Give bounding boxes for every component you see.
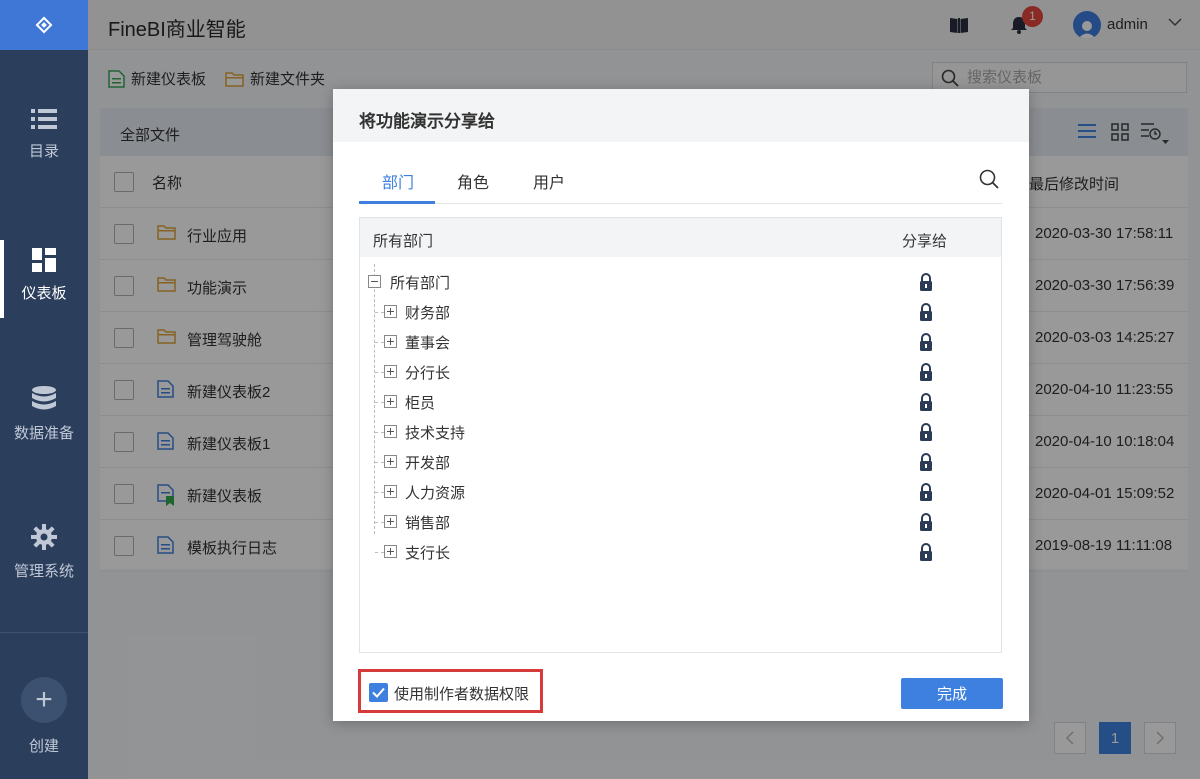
- active-tab-indicator: [359, 201, 435, 204]
- tree-node[interactable]: 开发部: [360, 449, 1001, 479]
- tree-header: 所有部门 分享给: [360, 218, 1001, 257]
- sidebar-item-label: 目录: [28, 143, 59, 160]
- tree-node[interactable]: 柜员: [360, 389, 1001, 419]
- lock-icon[interactable]: [919, 513, 933, 531]
- lock-icon[interactable]: [919, 453, 933, 471]
- tree-node[interactable]: 技术支持: [360, 419, 1001, 449]
- database-icon: [32, 386, 56, 410]
- lock-icon[interactable]: [919, 543, 933, 561]
- expand-toggle-icon[interactable]: [384, 395, 397, 408]
- sidebar-item-dashboard[interactable]: 仪表板: [0, 240, 88, 318]
- logo[interactable]: [0, 0, 88, 50]
- done-button[interactable]: 完成: [901, 678, 1003, 709]
- lock-icon[interactable]: [919, 303, 933, 321]
- list-icon: [31, 109, 57, 129]
- dialog-header: 将功能演示分享给: [333, 89, 1029, 142]
- expand-toggle-icon[interactable]: [384, 455, 397, 468]
- expand-toggle-icon[interactable]: [384, 545, 397, 558]
- lock-icon[interactable]: [919, 273, 933, 291]
- tree-node-label: 分行长: [405, 365, 451, 382]
- search-icon[interactable]: [979, 169, 999, 189]
- tree-branch-line: [375, 462, 384, 463]
- finebi-logo-icon: [35, 16, 53, 34]
- expand-toggle-icon[interactable]: [384, 515, 397, 528]
- department-tree: 所有部门 分享给 所有部门 财务部 董事会 分行长 柜员 技术支持 开发部 人力…: [359, 217, 1002, 653]
- tab-department[interactable]: 部门: [382, 169, 414, 193]
- tree-node-label: 所有部门: [390, 275, 451, 292]
- lock-icon[interactable]: [919, 393, 933, 411]
- tree-branch-line: [375, 312, 384, 313]
- dialog-title: 将功能演示分享给: [359, 112, 495, 131]
- tree-branch-line: [375, 552, 384, 553]
- expand-toggle-icon[interactable]: [384, 335, 397, 348]
- tree-node-label: 支行长: [405, 545, 451, 562]
- collapse-toggle-icon[interactable]: [368, 275, 381, 288]
- sidebar-item-label: 管理系统: [13, 563, 74, 580]
- expand-toggle-icon[interactable]: [384, 425, 397, 438]
- expand-toggle-icon[interactable]: [384, 305, 397, 318]
- lock-icon[interactable]: [919, 333, 933, 351]
- checkmark-icon: [372, 687, 385, 698]
- creator-permission-checkbox[interactable]: [369, 683, 388, 702]
- tree-node-label: 柜员: [405, 395, 436, 412]
- tree-node[interactable]: 人力资源: [360, 479, 1001, 509]
- tree-node-label: 开发部: [405, 455, 451, 472]
- tree-node[interactable]: 销售部: [360, 509, 1001, 539]
- tree-node-label: 董事会: [405, 335, 451, 352]
- expand-toggle-icon[interactable]: [384, 485, 397, 498]
- tree-node-label: 销售部: [405, 515, 451, 532]
- tree-node[interactable]: 董事会: [360, 329, 1001, 359]
- tree-node[interactable]: 财务部: [360, 299, 1001, 329]
- lock-icon[interactable]: [919, 483, 933, 501]
- sidebar-item-admin[interactable]: 管理系统: [0, 524, 88, 581]
- tree-node-root[interactable]: 所有部门: [360, 269, 1001, 299]
- tree-branch-line: [375, 342, 384, 343]
- create-button[interactable]: + 创建: [0, 677, 88, 756]
- sidebar-divider: [0, 632, 88, 633]
- sidebar-item-data-prep[interactable]: 数据准备: [0, 386, 88, 443]
- tree-branch-line: [375, 522, 384, 523]
- sidebar: 目录 仪表板 数据准备 管理系统 + 创建: [0, 0, 88, 779]
- tab-user[interactable]: 用户: [533, 169, 565, 193]
- sidebar-item-catalog[interactable]: 目录: [0, 108, 88, 161]
- expand-toggle-icon[interactable]: [384, 365, 397, 378]
- lock-icon[interactable]: [919, 363, 933, 381]
- tree-node-label: 财务部: [405, 305, 451, 322]
- tree-branch-line: [375, 492, 384, 493]
- dashboard-icon: [32, 248, 56, 272]
- tree-node[interactable]: 分行长: [360, 359, 1001, 389]
- share-tabs: 部门 角色 用户: [359, 157, 1002, 204]
- creator-permission-option[interactable]: 使用制作者数据权限: [358, 669, 543, 713]
- creator-permission-label: 使用制作者数据权限: [394, 686, 530, 703]
- sidebar-item-label: 仪表板: [21, 285, 67, 302]
- tree-branch-line: [375, 432, 384, 433]
- tree-node-label: 人力资源: [405, 485, 466, 502]
- lock-icon[interactable]: [919, 423, 933, 441]
- plus-icon: +: [21, 677, 67, 723]
- tree-branch-line: [375, 372, 384, 373]
- tree-node-label: 技术支持: [405, 425, 466, 442]
- create-label: 创建: [28, 738, 59, 755]
- share-dialog: 将功能演示分享给 部门 角色 用户 所有部门 分享给 所有部门 财务部 董事会 …: [333, 89, 1029, 721]
- sidebar-item-label: 数据准备: [13, 425, 74, 442]
- tree-header-departments: 所有部门: [373, 233, 434, 250]
- gear-icon: [31, 524, 57, 550]
- tree-header-share-to: 分享给: [902, 233, 948, 250]
- tab-role[interactable]: 角色: [457, 169, 489, 193]
- tree-branch-line: [375, 402, 384, 403]
- tree-node[interactable]: 支行长: [360, 539, 1001, 569]
